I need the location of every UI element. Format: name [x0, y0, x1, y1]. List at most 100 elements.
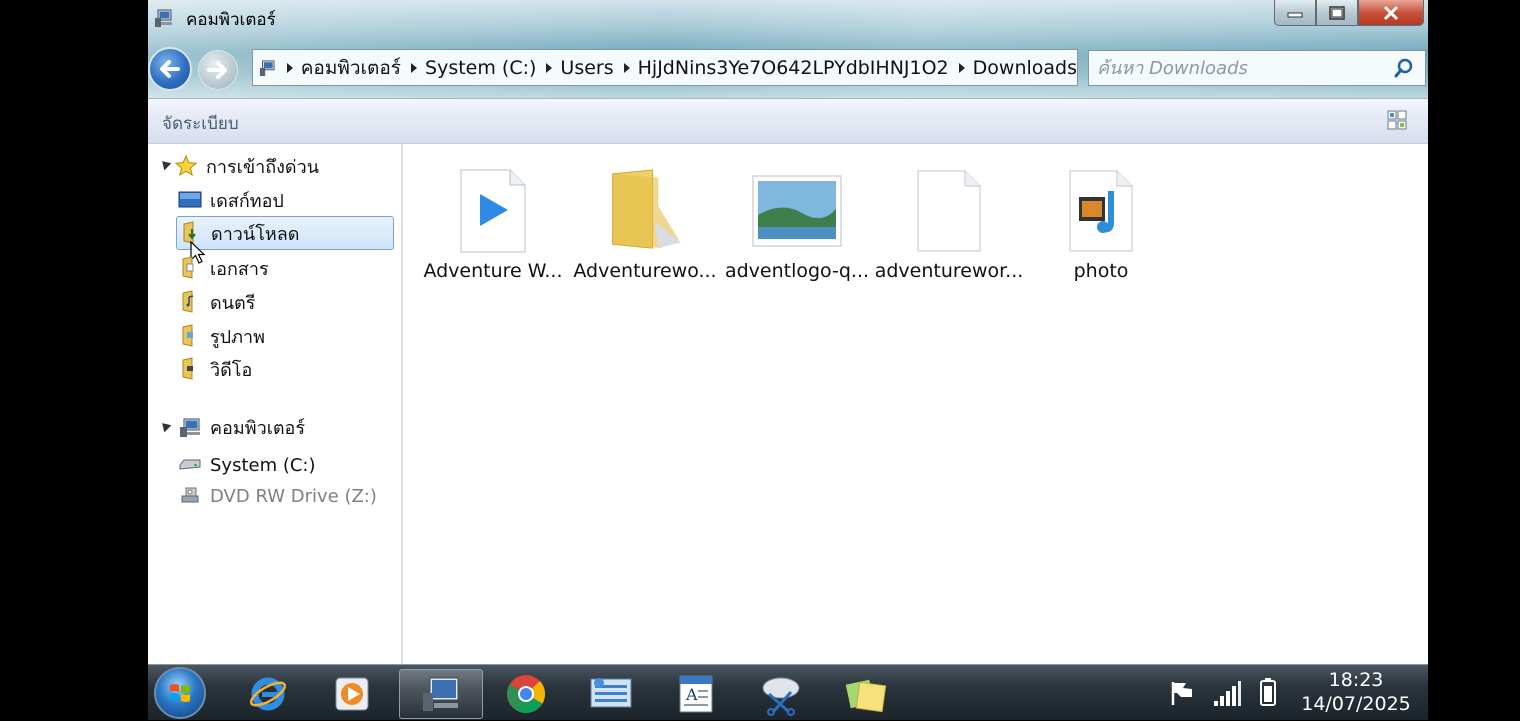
- nav-label: ดนตรี: [210, 292, 256, 314]
- file-list: Adventure W... Adventurewo... adventlogo…: [405, 144, 1428, 664]
- signal-strength-icon[interactable]: [1212, 681, 1242, 707]
- back-arrow-icon: [160, 60, 180, 78]
- control-panel-icon: [590, 678, 632, 708]
- search-input[interactable]: [1097, 57, 1387, 79]
- videos-folder-icon: [178, 357, 202, 381]
- breadcrumb-computer[interactable]: คอมพิวเตอร์: [301, 53, 401, 83]
- breadcrumb-downloads[interactable]: Downloads: [973, 57, 1077, 79]
- nav-label: การเข้าถึงด่วน: [206, 156, 320, 178]
- maximize-icon: [1329, 5, 1345, 20]
- desktop-icon: [178, 188, 202, 212]
- breadcrumb-separator[interactable]: [286, 62, 293, 73]
- image-file-icon: [751, 166, 843, 256]
- file-name: Adventure W...: [423, 260, 563, 282]
- nav-label: ดาวน์โหลด: [211, 223, 300, 245]
- breadcrumb-separator[interactable]: [958, 62, 965, 73]
- system-tray: 18:23 14/07/2025: [1168, 665, 1428, 721]
- nav-quick-access[interactable]: การเข้าถึงด่วน: [174, 149, 319, 183]
- computer-icon: [259, 59, 275, 76]
- command-bar: จัดระเบียบ: [148, 98, 1428, 144]
- address-bar[interactable]: คอมพิวเตอร์ System (C:) Users HjJdNins3Y…: [252, 49, 1078, 86]
- media-player-icon: [335, 677, 369, 711]
- nav-label: รูปภาพ: [210, 326, 265, 348]
- navigation-pane: การเข้าถึงด่วน เดสก์ทอป ดาวน์โหลด เอกสาร…: [148, 144, 403, 664]
- computer-icon: [178, 415, 202, 439]
- nav-label: เดสก์ทอป: [210, 190, 284, 212]
- file-name: Adventurewo...: [573, 260, 717, 282]
- nav-system-c[interactable]: System (C:): [178, 448, 316, 482]
- file-item[interactable]: adventlogo-q...: [725, 166, 869, 296]
- video-file-icon: [453, 166, 533, 256]
- title-bar[interactable]: คอมพิวเตอร์ คอมพิวเตอร์ System (C:) User…: [148, 0, 1428, 98]
- taskbar-internet-explorer[interactable]: [226, 669, 310, 719]
- taskbar-computer[interactable]: [399, 669, 483, 719]
- file-item[interactable]: photo: [1031, 166, 1171, 296]
- forward-arrow-icon: [207, 61, 227, 79]
- star-icon: [174, 154, 198, 178]
- breadcrumb-system-c[interactable]: System (C:): [425, 57, 536, 79]
- forward-button[interactable]: [198, 50, 238, 90]
- taskbar-chrome[interactable]: [484, 669, 568, 719]
- nav-label: เอกสาร: [210, 258, 269, 280]
- breadcrumb-separator[interactable]: [411, 62, 418, 73]
- folder-icon: [605, 166, 685, 256]
- clock-time[interactable]: 18:23: [1296, 669, 1416, 691]
- expand-arrow-icon[interactable]: [158, 419, 172, 433]
- taskbar-media-player[interactable]: [310, 669, 394, 719]
- back-button[interactable]: [148, 47, 192, 91]
- minimize-button[interactable]: [1274, 0, 1316, 26]
- media-file-icon: [1061, 166, 1141, 256]
- music-folder-icon: [178, 290, 202, 314]
- sticky-notes-icon: [845, 679, 887, 713]
- battery-icon[interactable]: [1258, 677, 1278, 707]
- breadcrumb-separator[interactable]: [546, 62, 553, 73]
- documents-folder-icon: [178, 256, 202, 280]
- nav-desktop[interactable]: เดสก์ทอป: [178, 183, 284, 217]
- blank-file-icon: [909, 166, 989, 256]
- computer-icon: [155, 9, 172, 27]
- breadcrumb-user-folder[interactable]: HjJdNins3Ye7O642LPYdbIHNJ1O2: [638, 57, 949, 79]
- action-center-flag-icon[interactable]: [1168, 679, 1196, 707]
- start-button[interactable]: [154, 667, 206, 719]
- nav-label: วิดีโอ: [210, 359, 253, 381]
- explorer-window: คอมพิวเตอร์ คอมพิวเตอร์ System (C:) User…: [148, 0, 1428, 664]
- dvd-drive-icon: [178, 484, 202, 508]
- computer-icon: [423, 677, 459, 711]
- nav-videos[interactable]: วิดีโอ: [178, 352, 252, 386]
- nav-documents[interactable]: เอกสาร: [178, 251, 269, 285]
- organize-button[interactable]: จัดระเบียบ: [162, 110, 239, 137]
- minimize-icon: [1287, 12, 1303, 17]
- nav-music[interactable]: ดนตรี: [178, 285, 255, 319]
- snipping-tool-icon: [762, 677, 800, 716]
- nav-pictures[interactable]: รูปภาพ: [178, 319, 265, 353]
- nav-dvd-drive[interactable]: DVD RW Drive (Z:): [178, 479, 377, 513]
- taskbar-wordpad[interactable]: A: [654, 669, 738, 719]
- change-view-icon[interactable]: [1386, 109, 1408, 131]
- expand-arrow-icon[interactable]: [158, 157, 172, 171]
- file-name: photo: [1073, 260, 1129, 282]
- windows-logo-icon: [170, 684, 190, 702]
- nav-computer[interactable]: คอมพิวเตอร์: [178, 410, 305, 444]
- search-icon[interactable]: [1393, 57, 1415, 79]
- taskbar: A 18:23 14/07/2025: [148, 664, 1428, 720]
- breadcrumb-separator[interactable]: [623, 62, 630, 73]
- taskbar-sticky-notes[interactable]: [824, 669, 908, 719]
- screen: คอมพิวเตอร์ คอมพิวเตอร์ System (C:) User…: [0, 0, 1520, 720]
- file-item[interactable]: Adventurewo...: [573, 166, 717, 296]
- nav-label: คอมพิวเตอร์: [210, 417, 306, 439]
- close-icon: [1383, 5, 1399, 20]
- taskbar-snipping-tool[interactable]: [739, 669, 823, 719]
- svg-text:A: A: [685, 685, 698, 704]
- file-name: adventlogo-q...: [724, 260, 870, 282]
- breadcrumb-users[interactable]: Users: [560, 57, 613, 79]
- search-box[interactable]: [1088, 50, 1426, 86]
- hard-drive-icon: [178, 453, 202, 477]
- clock-date[interactable]: 14/07/2025: [1296, 693, 1416, 715]
- taskbar-control-panel[interactable]: [569, 669, 653, 719]
- file-item[interactable]: Adventure W...: [423, 166, 563, 296]
- file-item[interactable]: adventurewor...: [875, 166, 1023, 296]
- internet-explorer-icon: [249, 677, 287, 711]
- maximize-button[interactable]: [1316, 0, 1358, 26]
- close-button[interactable]: [1358, 0, 1424, 26]
- file-name: adventurewor...: [874, 260, 1024, 282]
